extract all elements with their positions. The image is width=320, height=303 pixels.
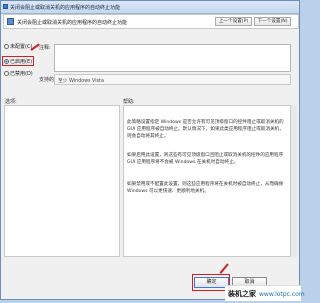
supported-platform-field: 至少 Windows Vista: [54, 74, 291, 85]
help-section-label: 帮助:: [123, 99, 135, 105]
radio-disabled-label: 已禁用(D): [10, 71, 33, 77]
help-paragraph-3: 如果禁用或不配置此设置，则这些应用程序将在关机时被自动终止，从而确保 Windo…: [127, 182, 284, 194]
policy-title: 关闭会阻止或取消关机的应用程序的自动终止功能: [17, 20, 128, 26]
radio-disabled[interactable]: 已禁用(D): [4, 70, 33, 77]
watermark-logo: 装机之家 www.lotpc.com: [225, 285, 305, 301]
app-icon: [3, 4, 8, 9]
policy-dialog: 关闭会阻止或取消关机的应用程序的自动终止功能 关闭会阻止或取消关机的应用程序的自…: [0, 0, 305, 301]
watermark-url: www.lotpc.com: [259, 291, 305, 298]
window-title: 关闭会阻止或取消关机的应用程序的自动终止功能: [10, 5, 121, 11]
comment-textarea[interactable]: [54, 44, 291, 72]
title-bar: 关闭会阻止或取消关机的应用程序的自动终止功能: [1, 1, 299, 14]
comment-label: 注释:: [39, 45, 51, 51]
radio-not-configured-label: 未配置(C): [10, 44, 33, 50]
radio-dot: [4, 44, 9, 49]
watermark-text: 装机之家: [228, 290, 256, 298]
help-paragraph-2: 如果启用此设置，则这些有可见顶级窗口且阻止或取消关机的控件的应用程序 GUI 应…: [127, 153, 284, 165]
help-scrollbar[interactable]: [291, 105, 297, 257]
radio-dot: [4, 71, 9, 76]
help-paragraph-1: 此策略设置指定 Windows 是否允许有可见顶级窗口的控件阻止或取消关机的 G…: [127, 120, 284, 139]
options-panel: [4, 105, 120, 257]
previous-setting-button[interactable]: 上一个设置(P): [215, 17, 252, 26]
policy-icon: [7, 18, 14, 25]
highlight-box: [2, 56, 34, 66]
radio-not-configured[interactable]: 未配置(C): [4, 43, 32, 50]
next-setting-button[interactable]: 下一个设置(N): [254, 17, 291, 26]
ok-annotation-arrow: [219, 263, 229, 274]
options-section-label: 选项:: [5, 99, 17, 105]
help-panel: 此策略设置指定 Windows 是否允许有可见顶级窗口的控件阻止或取消关机的 G…: [123, 105, 291, 257]
